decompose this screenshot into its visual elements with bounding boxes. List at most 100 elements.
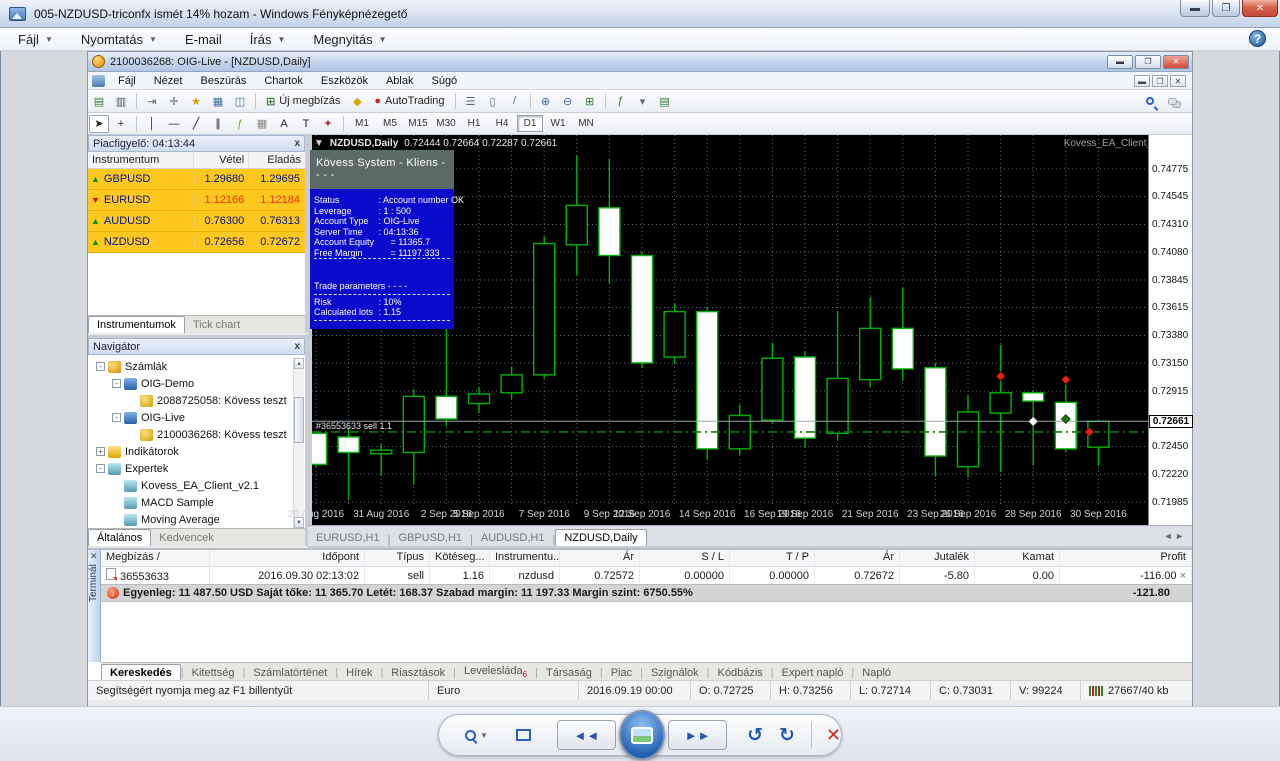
collapse-icon[interactable]: - [112,379,121,388]
mt4-close-button[interactable]: ✕ [1163,55,1189,69]
col-ask[interactable]: Eladás [249,152,305,168]
timeframe-w1[interactable]: W1 [545,115,571,132]
mt4-menu-eszközök[interactable]: Eszközök [312,74,377,88]
fit-to-window-icon[interactable] [516,729,531,741]
candle-chart-icon[interactable]: ▯ [483,92,503,110]
chart-tab-nzdusd-daily[interactable]: NZDUSD,Daily [555,529,646,546]
previous-button[interactable]: ◄◄ [557,720,616,750]
timeframe-h4[interactable]: H4 [489,115,515,132]
tab-kedvencek[interactable]: Kedvencek [151,530,221,546]
expand-icon[interactable]: + [96,447,105,456]
tree-item-sz-ml-k[interactable]: -Számlák [92,358,305,375]
chart-shift-icon[interactable]: ⇥ [142,92,162,110]
text-icon[interactable]: A [274,115,294,133]
periods-icon[interactable]: ▾ [633,92,653,110]
timeframe-d1[interactable]: D1 [517,115,543,132]
crosshair-icon[interactable]: ✛ [164,92,184,110]
chart-tab-scroll-icons[interactable]: ◄ ► [1164,531,1184,541]
viewer-menu-megnyits[interactable]: Megnyitás▼ [303,30,396,49]
new-chart-icon[interactable]: ▤ [89,92,109,110]
channel-icon[interactable]: ∥ [208,115,228,133]
viewer-menu-fjl[interactable]: Fájl▼ [8,30,63,49]
child-close-icon[interactable]: ✕ [1170,75,1186,87]
terminal-col-6[interactable]: S / L [640,550,730,566]
search-icon[interactable] [1140,92,1160,110]
terminal-col-3[interactable]: Kötéseg... [430,550,490,566]
col-bid[interactable]: Vétel [194,152,250,168]
grid-icon[interactable]: ▦ [252,115,272,133]
timeframe-mn[interactable]: MN [573,115,599,132]
autotrading-button[interactable]: ●AutoTrading [368,92,450,110]
rotate-ccw-icon[interactable]: ↺ [747,724,763,747]
tree-item-kovess-ea-client-v2-1[interactable]: Kovess_EA_Client_v2.1 [92,477,305,494]
profiles-icon[interactable]: ▥ [111,92,131,110]
terminal-col-9[interactable]: Jutalék [900,550,975,566]
zoom-out-icon[interactable]: ⊖ [558,92,578,110]
terminal-col-4[interactable]: Instrumentu... [490,550,560,566]
mt4-menu-fájl[interactable]: Fájl [109,74,145,88]
child-restore-icon[interactable]: ❐ [1152,75,1168,87]
tree-item-oig-live[interactable]: -OIG-Live [92,409,305,426]
zoom-in-icon[interactable]: ⊕ [536,92,556,110]
timeframe-m15[interactable]: M15 [405,115,431,132]
timeframe-m1[interactable]: M1 [349,115,375,132]
mt4-menu-ablak[interactable]: Ablak [377,74,423,88]
tile-windows-icon[interactable]: ⊞ [580,92,600,110]
rotate-cw-icon[interactable]: ↻ [779,724,795,747]
market-watch-close-icon[interactable]: x [294,138,300,149]
timeframe-m30[interactable]: M30 [433,115,459,132]
col-instrument[interactable]: Instrumentum [88,152,194,168]
terminal-col-10[interactable]: Kamat [975,550,1060,566]
favorites-icon[interactable]: ★ [186,92,206,110]
market-watch-row-gbpusd[interactable]: ▲GBPUSD1.296801.29695 [88,169,305,190]
tree-item-oig-demo[interactable]: -OIG-Demo [92,375,305,392]
timeframe-m5[interactable]: M5 [377,115,403,132]
terminal-col-2[interactable]: Típus [365,550,430,566]
indicators-icon[interactable]: ƒ [611,92,631,110]
mt4-menu-chartok[interactable]: Chartok [255,74,312,88]
script-icon[interactable]: ◆ [347,92,367,110]
zoom-icon[interactable] [465,730,476,741]
shapes-icon[interactable]: ✦ [318,115,338,133]
scroll-thumb[interactable] [294,397,304,443]
crosshair-tool-icon[interactable]: + [111,115,131,133]
collapse-icon[interactable]: - [96,464,105,473]
terminal-col-8[interactable]: Ár [815,550,900,566]
minimize-button[interactable]: ▬ [1180,0,1210,17]
next-button[interactable]: ►► [668,720,727,750]
slideshow-button[interactable] [619,710,665,760]
order-row[interactable]: 365536332016.09.30 02:13:02sell1.16nzdus… [101,567,1192,584]
navigator-scrollbar[interactable]: ▲ ▼ [293,358,304,528]
market-watch-icon[interactable]: ▦ [208,92,228,110]
tree-item-macd-sample[interactable]: MACD Sample [92,494,305,511]
tree-item-2100036268--k-vess-teszt[interactable]: 2100036268: Kövess teszt [92,426,305,443]
market-watch-row-eurusd[interactable]: ▼EURUSD1.121661.12184 [88,190,305,211]
mt4-menu-nézet[interactable]: Nézet [145,74,192,88]
hline-icon[interactable]: — [164,115,184,133]
chart-tab-audusd-h1[interactable]: AUDUSD,H1 [473,530,553,546]
collapse-icon[interactable]: - [112,413,121,422]
mt4-restore-button[interactable]: ❐ [1135,55,1161,69]
terminal-col-7[interactable]: T / P [730,550,815,566]
tree-item-expertek[interactable]: -Expertek [92,460,305,477]
chart-collapse-icon[interactable]: ▼ [314,138,324,149]
collapse-icon[interactable]: - [96,362,105,371]
zoom-dropdown-icon[interactable]: ▼ [480,731,488,740]
trendline-icon[interactable]: ╱ [186,115,206,133]
viewer-menu-email[interactable]: E-mail [175,30,232,49]
mt4-menu-súgó[interactable]: Súgó [422,74,466,88]
data-window-icon[interactable]: ◫ [230,92,250,110]
terminal-col-5[interactable]: Ár [560,550,640,566]
cursor-icon[interactable]: ➤ [89,115,109,133]
market-watch-row-nzdusd[interactable]: ▲NZDUSD0.726560.72672 [88,232,305,253]
tree-item-2088725058--k-vess-teszt[interactable]: 2088725058: Kövess teszt [92,392,305,409]
viewer-menu-nyomtats[interactable]: Nyomtatás▼ [71,30,167,49]
chat-icon[interactable] [1162,92,1182,110]
close-button[interactable]: ✕ [1242,0,1278,17]
terminal-col-11[interactable]: Profit [1060,550,1192,566]
delete-icon[interactable]: ✕ [826,725,841,746]
chart-tab-eurusd-h1[interactable]: EURUSD,H1 [308,530,388,546]
label-icon[interactable]: T [296,115,316,133]
scroll-up-icon[interactable]: ▲ [294,358,304,369]
tree-item-indik-torok[interactable]: +Indikátorok [92,443,305,460]
